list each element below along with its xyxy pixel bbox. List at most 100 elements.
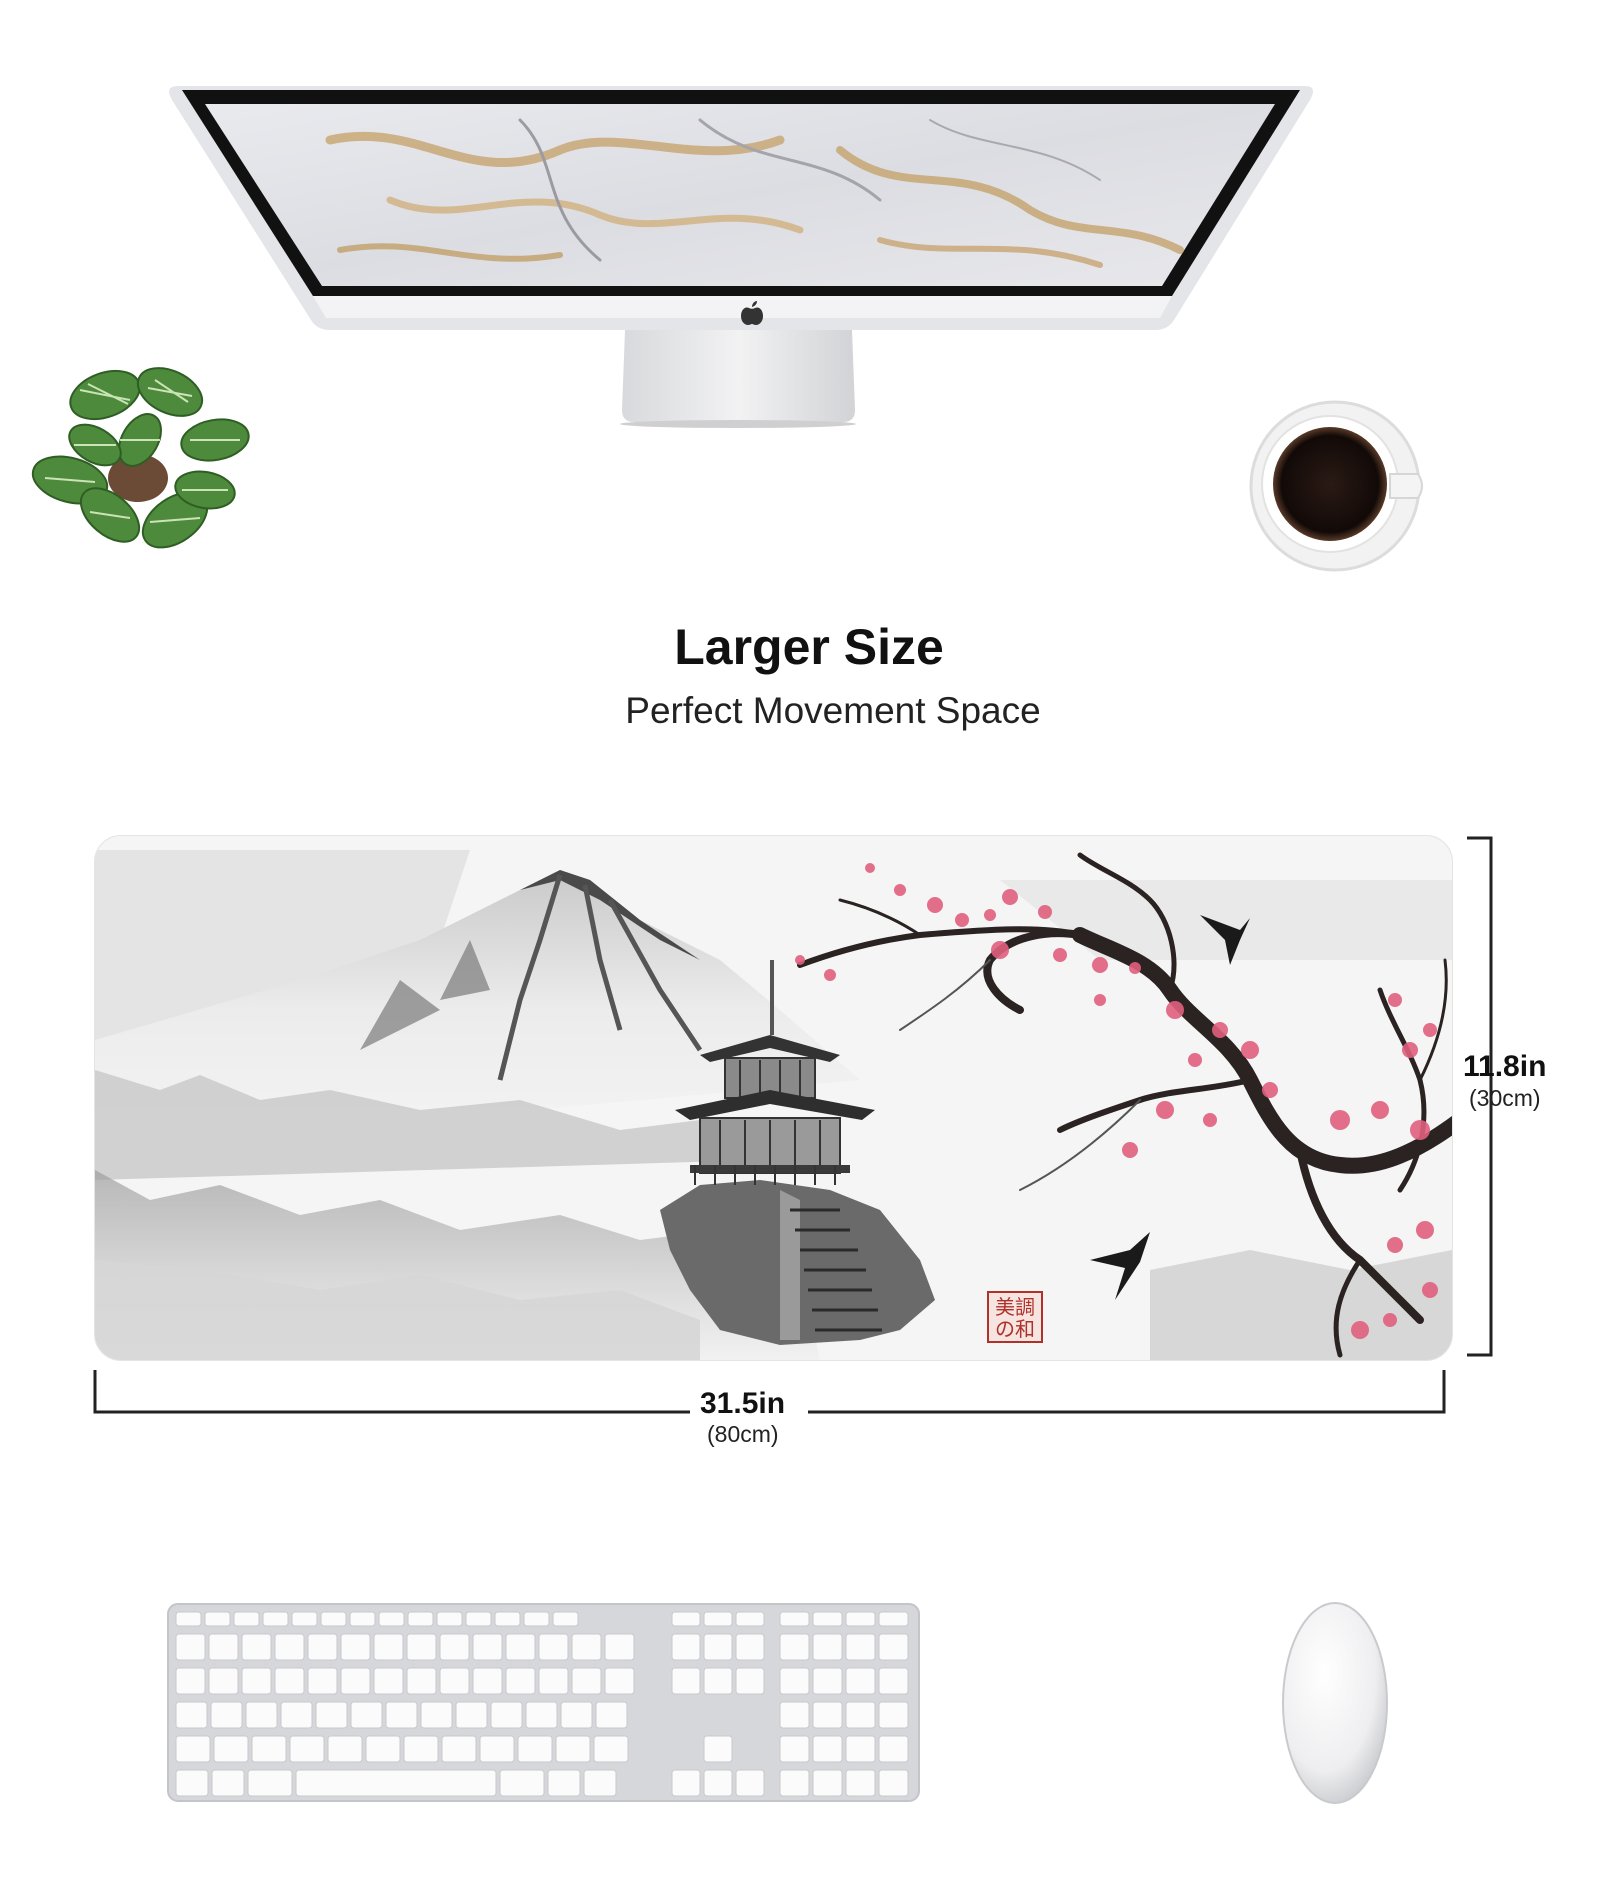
keyboard-key (571, 1633, 602, 1661)
keyboard-key (779, 1735, 810, 1763)
keyboard-key (525, 1701, 558, 1729)
keyboard-key (365, 1735, 401, 1763)
keyboard-key (241, 1633, 272, 1661)
keyboard-key (245, 1701, 278, 1729)
keyboard-key (307, 1667, 338, 1695)
keyboard-key (845, 1701, 876, 1729)
keyboard-key (441, 1735, 477, 1763)
keyboard-key (878, 1735, 909, 1763)
keyboard-key (472, 1633, 503, 1661)
height-inches-label: 11.8in (1463, 1050, 1547, 1083)
keyboard-key (274, 1667, 305, 1695)
keyboard-key (499, 1769, 545, 1797)
keyboard-key (671, 1611, 701, 1627)
height-cm-label: (30cm) (1469, 1085, 1541, 1111)
keyboard-key (247, 1769, 293, 1797)
keyboard-key (472, 1667, 503, 1695)
keyboard-key (812, 1701, 843, 1729)
keyboard-key (735, 1611, 765, 1627)
keyboard-key (175, 1633, 206, 1661)
keyboard-key (703, 1769, 733, 1797)
keyboard-key (552, 1611, 579, 1627)
keyboard-key (505, 1633, 536, 1661)
keyboard-key (233, 1611, 260, 1627)
keyboard-key (291, 1611, 318, 1627)
keyboard-key (845, 1633, 876, 1661)
desk-scene (31, 86, 1493, 1804)
keyboard-key (307, 1633, 338, 1661)
seal-stamp-text: 美調の和 (995, 1295, 1035, 1341)
subheadline: Perfect Movement Space (625, 690, 1041, 731)
keyboard-key (845, 1667, 876, 1695)
headline: Larger Size (674, 619, 944, 675)
keyboard-key (208, 1633, 239, 1661)
keyboard-key (878, 1611, 909, 1627)
monitor-stand (622, 330, 855, 422)
keyboard-key (538, 1633, 569, 1661)
keyboard-key (436, 1611, 463, 1627)
plant-icon (31, 367, 250, 549)
keyboard-key (735, 1633, 765, 1661)
keyboard-key (812, 1633, 843, 1661)
keyboard-key (251, 1735, 287, 1763)
keyboard-key (490, 1701, 523, 1729)
keyboard-key (494, 1611, 521, 1627)
keyboard-key (479, 1735, 515, 1763)
keyboard-key (595, 1701, 628, 1729)
width-inches-label: 31.5in (700, 1387, 786, 1420)
keyboard-key (175, 1667, 206, 1695)
keyboard-key (406, 1667, 437, 1695)
keyboard (167, 1603, 920, 1802)
keyboard-key (213, 1735, 249, 1763)
keyboard-key (845, 1735, 876, 1763)
keyboard-key (320, 1611, 347, 1627)
keyboard-key (274, 1633, 305, 1661)
keyboard-key (571, 1667, 602, 1695)
keyboard-key (878, 1667, 909, 1695)
keyboard-key (289, 1735, 325, 1763)
keyboard-key (403, 1735, 439, 1763)
keyboard-key (505, 1667, 536, 1695)
keyboard-key (407, 1611, 434, 1627)
keyboard-key (878, 1633, 909, 1661)
keyboard-key (703, 1667, 733, 1695)
mouse-pad (94, 835, 1453, 1361)
keyboard-key (208, 1667, 239, 1695)
keyboard-key (703, 1633, 733, 1661)
keyboard-key (295, 1769, 497, 1797)
keyboard-key (812, 1667, 843, 1695)
keyboard-key (523, 1611, 550, 1627)
keyboard-key (812, 1769, 843, 1797)
keyboard-key (779, 1667, 810, 1695)
keyboard-key (406, 1633, 437, 1661)
keyboard-key (845, 1611, 876, 1627)
keyboard-key (517, 1735, 553, 1763)
keyboard-key (604, 1633, 635, 1661)
keyboard-key (211, 1769, 245, 1797)
keyboard-key (439, 1633, 470, 1661)
marble-wallpaper (205, 104, 1275, 286)
keyboard-key (547, 1769, 581, 1797)
keyboard-key (593, 1735, 629, 1763)
keyboard-key (385, 1701, 418, 1729)
keyboard-key (340, 1633, 371, 1661)
keyboard-key (439, 1667, 470, 1695)
keyboard-key (373, 1667, 404, 1695)
keyboard-key (779, 1769, 810, 1797)
keyboard-key (373, 1633, 404, 1661)
keyboard-key (378, 1611, 405, 1627)
keyboard-key (280, 1701, 313, 1729)
keyboard-key (349, 1611, 376, 1627)
keyboard-key (340, 1667, 371, 1695)
keyboard-key (555, 1735, 591, 1763)
keyboard-key (204, 1611, 231, 1627)
keyboard-key (538, 1667, 569, 1695)
keyboard-key (779, 1701, 810, 1729)
coffee-cup-icon (1249, 400, 1423, 572)
keyboard-key (210, 1701, 243, 1729)
keyboard-key (812, 1611, 843, 1627)
keyboard-key (262, 1611, 289, 1627)
keyboard-key (420, 1701, 453, 1729)
keyboard-key (583, 1769, 617, 1797)
keyboard-key (878, 1769, 909, 1797)
